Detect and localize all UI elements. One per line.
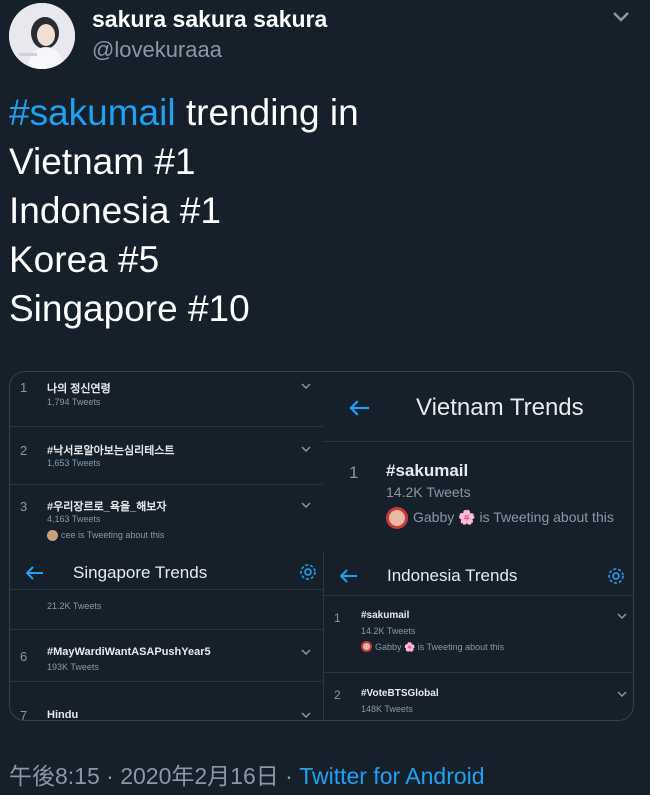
trend-row[interactable]: 1 #sakumail 14.2K Tweets Gabby 🌸 is Twee…: [324, 597, 633, 673]
vietnam-trends-panel: Vietnam Trends 1 #sakumail 14.2K Tweets …: [323, 372, 633, 552]
tweet-line: Singapore #10: [9, 288, 250, 329]
trend-rank: 1: [349, 463, 359, 482]
trend-row[interactable]: 7 Hindu: [10, 682, 323, 721]
trend-row[interactable]: 3 #우리장르로_욕을_해보자 4,163 Tweets cee is Twee…: [10, 485, 323, 552]
user-avatar-mini: [386, 507, 408, 529]
trend-name: #MayWardiWantASAPushYear5: [47, 646, 211, 658]
trend-row[interactable]: 1 #sakumail 14.2K Tweets Gabby 🌸 is Twee…: [323, 443, 633, 552]
trend-count: 14.2K Tweets: [386, 484, 471, 500]
trend-row[interactable]: 21.2K Tweets: [10, 590, 323, 630]
back-arrow-icon[interactable]: [340, 569, 358, 583]
trend-row[interactable]: 1 나의 정신연령 1,794 Tweets: [10, 372, 323, 427]
tweet-line: Vietnam #1: [9, 141, 196, 182]
trend-rank: 7: [20, 708, 28, 721]
trend-name: #sakumail: [361, 610, 410, 621]
chevron-down-icon[interactable]: [617, 691, 627, 698]
trend-count: 193K Tweets: [47, 662, 99, 672]
singapore-trends-panel: Singapore Trends 21.2K Tweets 6 #MayWard…: [10, 552, 323, 721]
user-avatar-mini: [361, 641, 372, 652]
trend-name: #sakumail: [386, 461, 469, 480]
gear-icon[interactable]: [299, 563, 317, 581]
trend-count: 1,794 Tweets: [47, 397, 101, 407]
back-arrow-icon[interactable]: [26, 566, 44, 580]
trend-count: 14.2K Tweets: [361, 626, 416, 636]
trend-row[interactable]: 2 #낙서로알아보는심리테스트 1,653 Tweets: [10, 427, 323, 485]
trend-rank: 6: [20, 649, 28, 664]
trend-name: 나의 정신연령: [47, 383, 111, 395]
chevron-down-icon[interactable]: [301, 383, 311, 390]
trend-count: 148K Tweets: [361, 704, 413, 714]
chevron-down-icon[interactable]: [301, 712, 311, 719]
tweet-line-1: #sakumail trending in: [9, 88, 359, 137]
trend-rank: 3: [20, 499, 28, 514]
trend-context: Gabby 🌸 is Tweeting about this: [413, 509, 614, 525]
trend-context: Gabby 🌸 is Tweeting about this: [375, 642, 505, 652]
panel-title: Singapore Trends: [73, 563, 208, 582]
tweet-timestamp: 午後8:15 · 2020年2月16日 · Twitter for Androi…: [9, 757, 485, 791]
user-avatar-mini: [47, 530, 58, 541]
chevron-down-icon[interactable]: [608, 6, 634, 28]
hashtag-link[interactable]: #sakumail: [9, 92, 176, 133]
trend-rank: 2: [20, 443, 28, 458]
tweet-text-rest: trending in: [175, 92, 359, 133]
trend-name: #낙서로알아보는심리테스트: [47, 445, 175, 457]
indonesia-trends-panel: Indonesia Trends 1 #sakumail 14.2K Tweet…: [323, 552, 633, 720]
trend-name: Hindu: [47, 709, 79, 721]
panel-title: Indonesia Trends: [387, 566, 518, 585]
source-link[interactable]: Twitter for Android: [299, 763, 484, 789]
tweet-line: Indonesia #1: [9, 190, 221, 231]
avatar[interactable]: [9, 3, 75, 69]
tweet-line: Korea #5: [9, 239, 160, 280]
trend-count: 21.2K Tweets: [47, 601, 102, 611]
trend-count: 4,163 Tweets: [47, 514, 101, 524]
trend-rank: 2: [334, 688, 341, 702]
trend-context: cee is Tweeting about this: [61, 530, 165, 540]
back-arrow-icon[interactable]: [349, 400, 371, 416]
chevron-down-icon[interactable]: [301, 502, 311, 509]
panel-header: Singapore Trends: [10, 554, 323, 590]
panel-title: Vietnam Trends: [416, 394, 584, 421]
trend-count: 1,653 Tweets: [47, 458, 101, 468]
trend-name: #VoteBTSGlobal: [361, 688, 439, 699]
gear-icon[interactable]: [607, 567, 625, 585]
chevron-down-icon[interactable]: [301, 446, 311, 453]
tweet-text: #sakumail trending in Vietnam #1 Indones…: [9, 88, 359, 333]
trend-name: #우리장르로_욕을_해보자: [47, 501, 167, 513]
chevron-down-icon[interactable]: [617, 613, 627, 620]
korea-trends-panel: 1 나의 정신연령 1,794 Tweets 2 #낙서로알아보는심리테스트 1…: [10, 372, 323, 552]
tweet-image[interactable]: 1 나의 정신연령 1,794 Tweets 2 #낙서로알아보는심리테스트 1…: [9, 371, 634, 721]
trend-row[interactable]: 2 #VoteBTSGlobal 148K Tweets: [324, 673, 633, 720]
timestamp-text[interactable]: 午後8:15 · 2020年2月16日 ·: [9, 763, 299, 789]
trend-rank: 1: [20, 380, 28, 395]
display-name[interactable]: sakura sakura sakura: [92, 6, 327, 33]
user-handle[interactable]: @lovekuraaa: [92, 37, 222, 63]
trend-row[interactable]: 6 #MayWardiWantASAPushYear5 193K Tweets: [10, 630, 323, 682]
panel-header: Vietnam Trends: [323, 372, 633, 442]
chevron-down-icon[interactable]: [301, 649, 311, 656]
trend-rank: 1: [334, 611, 341, 625]
panel-header: Indonesia Trends: [324, 556, 633, 596]
